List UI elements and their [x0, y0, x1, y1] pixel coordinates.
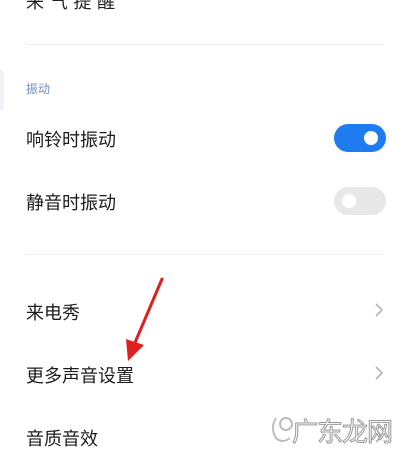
caller-show-label: 来电秀 [26, 303, 80, 324]
watermark: 广东龙网 [268, 406, 394, 450]
left-edge-tab [0, 70, 4, 110]
more-sound-settings-label: 更多声音设置 [26, 366, 134, 387]
red-arrow-annotation [126, 277, 164, 361]
toggle-knob [364, 131, 378, 145]
chevron-right-icon [375, 303, 384, 317]
sound-quality-label: 音质音效 [26, 429, 98, 450]
divider [26, 44, 384, 45]
toggle-knob [342, 194, 356, 208]
silent-vibrate-toggle[interactable] [334, 187, 386, 215]
watermark-text: 广东龙网 [291, 418, 393, 449]
chevron-right-icon [375, 366, 384, 380]
top-cut-off-row[interactable]: 来 气 提 醒 [26, 0, 115, 14]
ring-vibrate-toggle[interactable] [334, 124, 386, 152]
silent-vibrate-label: 静音时振动 [26, 193, 116, 214]
ring-vibrate-label: 响铃时振动 [26, 130, 116, 151]
section-title-vibration: 振动 [26, 82, 51, 96]
divider [26, 254, 384, 255]
